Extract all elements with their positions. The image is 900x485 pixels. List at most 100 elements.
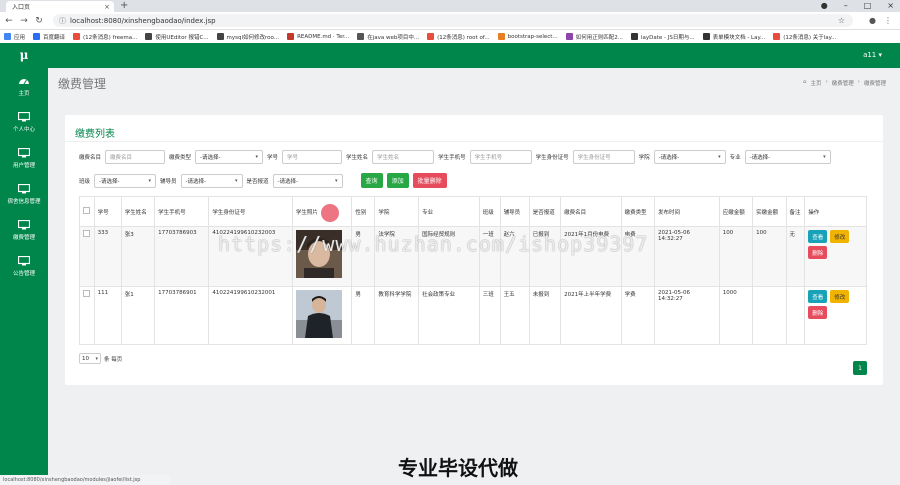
bookmark-label: 如何用正则匹配2... bbox=[575, 34, 623, 41]
column-header: 性别 bbox=[351, 196, 376, 227]
delete-button[interactable]: 删除 bbox=[808, 246, 828, 259]
browser-tab[interactable]: 入口页 × bbox=[6, 1, 114, 12]
table-row: 111 张1 17703786901 410224199610232001 男教育科学学… bbox=[79, 286, 867, 345]
bookmark-item[interactable]: (12条消息) freema... bbox=[73, 33, 137, 41]
sidebar-item[interactable]: 个人中心 bbox=[0, 104, 48, 140]
edit-button[interactable]: 修改 bbox=[830, 290, 850, 303]
bookmark-favicon-icon bbox=[565, 33, 573, 40]
bookmark-item[interactable]: README.md · Ter... bbox=[287, 33, 349, 40]
filter-select[interactable]: -请选择- ▾ bbox=[195, 150, 264, 164]
filter-select[interactable]: -请选择- ▾ bbox=[272, 173, 343, 188]
forward-icon[interactable]: → bbox=[18, 16, 30, 26]
add-button[interactable]: 添加 bbox=[386, 173, 409, 188]
bookmark-item[interactable]: (12条消息) root of... bbox=[427, 33, 490, 41]
account-icon[interactable]: ● bbox=[869, 16, 876, 25]
bookmark-item[interactable]: 使用UEditor 报错C... bbox=[145, 33, 209, 41]
filter-select-value: -请选择- bbox=[99, 178, 120, 185]
cell-due: 1000 bbox=[718, 286, 754, 345]
sidebar-item[interactable]: 用户管理 bbox=[0, 140, 48, 176]
cursor-highlight bbox=[321, 204, 339, 222]
new-tab-icon[interactable]: + bbox=[120, 0, 128, 12]
bookmark-item[interactable]: 如何用正则匹配2... bbox=[565, 33, 623, 41]
filter-label: 班级 bbox=[79, 178, 91, 185]
cell-time: 2021-05-06 14:32:27 bbox=[654, 226, 720, 287]
monitor-icon bbox=[18, 219, 30, 229]
user-menu[interactable]: a11 ▾ bbox=[863, 51, 882, 59]
app-logo: μ bbox=[19, 48, 29, 62]
bookmark-item[interactable]: (12条消息) 关于lay... bbox=[773, 33, 836, 41]
sidebar-item[interactable]: 缴费管理 bbox=[0, 212, 48, 248]
cell-counselor: 王五 bbox=[499, 286, 530, 345]
sidebar-item[interactable]: 主页 bbox=[0, 68, 48, 104]
row-checkbox[interactable] bbox=[83, 290, 90, 297]
filter-input[interactable]: 学生身份证号 bbox=[572, 150, 635, 164]
sidebar-item[interactable]: 公告管理 bbox=[0, 248, 48, 284]
sidebar-item-label: 个人中心 bbox=[12, 126, 35, 133]
url-input[interactable]: ⓘ localhost:8080/xinshengbaodao/index.js… bbox=[53, 14, 853, 27]
filter-input[interactable]: 学生手机号 bbox=[469, 150, 532, 164]
bookmark-item[interactable]: bootstrap-select... bbox=[497, 33, 558, 40]
fee-table: 学号 学生姓名 学生手机号 学生身份证号 学生照片 性别 学院 专业 班级 辅导员 是否报道 缴费名目… bbox=[79, 196, 867, 345]
bookmark-favicon-icon bbox=[497, 33, 505, 40]
bookmarks-bar: 应用 百度翻译 (12条消息) freema... 使用UEditor 报错C... m… bbox=[0, 30, 900, 43]
filter-label: 专业 bbox=[729, 155, 741, 161]
select-all-checkbox[interactable] bbox=[83, 207, 90, 214]
filter-select[interactable]: -请选择- ▾ bbox=[94, 173, 157, 188]
filter-label: 是否报道 bbox=[246, 178, 269, 185]
bookmark-item[interactable]: 在java web项目中... bbox=[357, 33, 419, 41]
filter-select-value: -请选择- bbox=[185, 178, 207, 185]
apps-icon bbox=[4, 33, 11, 40]
filter-input[interactable]: 学生姓名 bbox=[372, 150, 435, 164]
breadcrumb-home[interactable]: 主页 bbox=[811, 79, 822, 87]
watermark: https://www.huzhan.com/ishop39397 bbox=[218, 232, 649, 256]
page-size-suffix: 条 每页 bbox=[104, 356, 123, 363]
url-text: localhost:8080/xinshengbaodao/index.jsp bbox=[70, 16, 216, 25]
bookmark-label: 百度翻译 bbox=[43, 34, 66, 41]
query-button[interactable]: 查询 bbox=[360, 173, 383, 188]
bookmark-item[interactable]: layDate - JS日期与... bbox=[630, 33, 695, 41]
page-size-select[interactable]: 10 ▾ bbox=[79, 353, 101, 364]
edit-button[interactable]: 修改 bbox=[830, 230, 850, 243]
breadcrumb-separator: › bbox=[857, 79, 860, 85]
tab-close-icon[interactable]: × bbox=[104, 3, 110, 11]
column-header: 应缴金额 bbox=[718, 196, 754, 227]
cell-time: 2021-05-06 14:32:27 bbox=[654, 286, 720, 345]
maximize-icon[interactable]: □ bbox=[864, 0, 872, 12]
back-icon[interactable]: ← bbox=[3, 16, 15, 26]
column-header: 实缴金额 bbox=[752, 196, 787, 227]
bookmark-item[interactable]: mysql如何修改roo... bbox=[216, 33, 279, 41]
filter-select[interactable]: -请选择- ▾ bbox=[744, 150, 831, 164]
breadcrumb-parent[interactable]: 缴费管理 bbox=[832, 79, 854, 87]
delete-button[interactable]: 删除 bbox=[808, 306, 828, 319]
bookmark-favicon-icon bbox=[287, 33, 295, 40]
window-close-icon[interactable]: × bbox=[887, 0, 894, 12]
filter-select[interactable]: -请选择- ▾ bbox=[180, 173, 243, 188]
chevron-down-icon: ▾ bbox=[235, 177, 238, 184]
minimize-icon[interactable]: – bbox=[844, 0, 848, 12]
reload-icon[interactable]: ↻ bbox=[33, 16, 45, 26]
view-button[interactable]: 查看 bbox=[808, 290, 828, 303]
bookmark-favicon-icon bbox=[630, 33, 638, 40]
batch-delete-button[interactable]: 批量删除 bbox=[412, 173, 447, 188]
bookmark-label: 在java web项目中... bbox=[367, 34, 420, 41]
page-button-current[interactable]: 1 bbox=[853, 361, 867, 375]
bookmark-item[interactable]: 应用 bbox=[4, 33, 25, 41]
sidebar-item[interactable]: 宿舍信息管理 bbox=[0, 176, 48, 212]
view-button[interactable]: 查看 bbox=[808, 230, 828, 243]
row-checkbox[interactable] bbox=[83, 230, 90, 237]
bookmark-item[interactable]: 表单模块文档 - Lay... bbox=[702, 33, 765, 41]
profile-icon[interactable]: ● bbox=[821, 0, 828, 12]
cell-id: 111 bbox=[93, 286, 122, 345]
cell-remark: 无 bbox=[785, 226, 806, 287]
column-header: 操作 bbox=[804, 196, 867, 227]
sidebar-item-label: 用户管理 bbox=[12, 162, 35, 169]
info-icon[interactable]: ⓘ bbox=[59, 16, 66, 26]
column-header: 是否报道 bbox=[528, 196, 562, 227]
filter-input[interactable]: 缴费名目 bbox=[105, 150, 166, 164]
column-header: 班级 bbox=[478, 196, 501, 227]
menu-icon[interactable]: ⋮ bbox=[884, 16, 892, 25]
bookmark-star-icon[interactable]: ☆ bbox=[838, 16, 845, 25]
filter-select[interactable]: -请选择- ▾ bbox=[653, 150, 726, 164]
bookmark-item[interactable]: 百度翻译 bbox=[33, 33, 65, 41]
filter-input[interactable]: 学号 bbox=[282, 150, 343, 164]
